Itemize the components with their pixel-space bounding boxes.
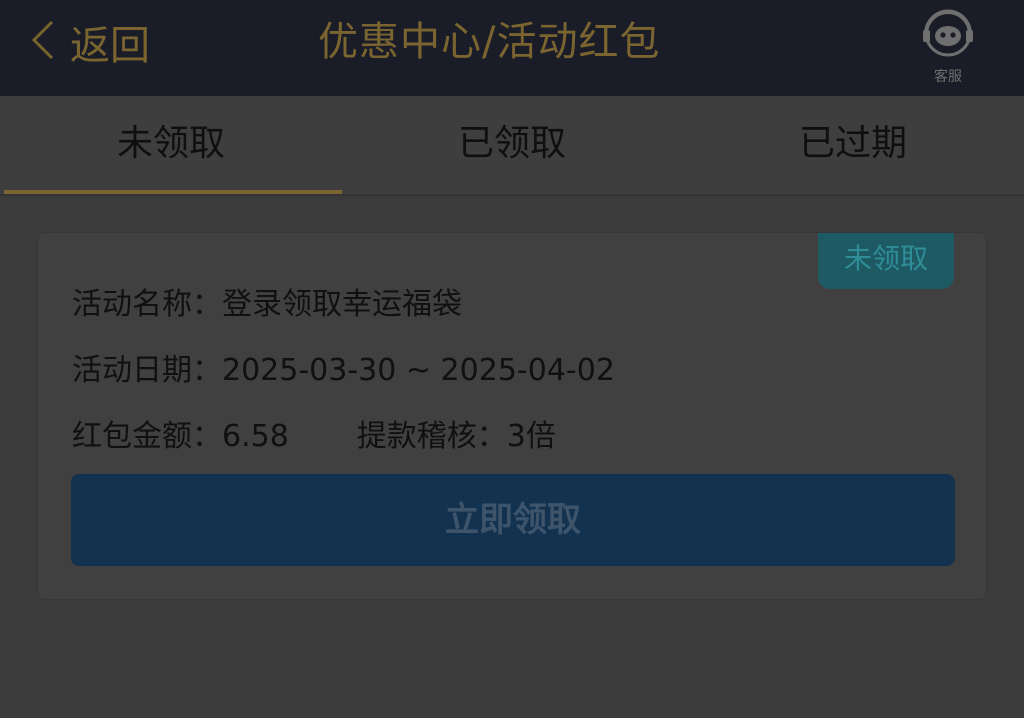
red-packet-card: 未领取 活动名称：登录领取幸运福袋 活动日期：2025-03-30 ~ 2025… [37, 232, 987, 600]
top-nav-bar: 返回 优惠中心/活动红包 客服 [0, 0, 1024, 96]
audit-value: 3倍 [506, 419, 556, 454]
tab-claimed[interactable]: 已领取 [342, 96, 682, 194]
activity-date-label: 活动日期： [72, 353, 222, 388]
active-tab-indicator [4, 190, 342, 194]
activity-name-row: 活动名称：登录领取幸运福袋 [72, 283, 462, 327]
customer-service-label: 客服 [934, 69, 962, 85]
activity-date-value: 2025-03-30 ~ 2025-04-02 [222, 353, 615, 388]
amount-label: 红包金额： [72, 419, 222, 454]
amount-row: 红包金额：6.58 提款稽核：3倍 [72, 415, 556, 459]
headset-robot-icon [921, 6, 975, 66]
back-label: 返回 [70, 23, 150, 69]
tab-unclaimed[interactable]: 未领取 [0, 96, 342, 194]
page-title: 优惠中心/活动红包 [318, 19, 661, 65]
audit-label: 提款稽核： [356, 419, 507, 454]
customer-service-button[interactable]: 客服 [918, 6, 978, 94]
tab-expired[interactable]: 已过期 [682, 96, 1024, 194]
claim-now-button[interactable]: 立即领取 [71, 474, 955, 566]
chevron-left-icon [30, 18, 56, 66]
activity-name-value: 登录领取幸运福袋 [222, 287, 462, 322]
activity-name-label: 活动名称： [72, 287, 222, 322]
status-badge: 未领取 [818, 233, 954, 289]
status-tabs: 未领取 已领取 已过期 [0, 96, 1024, 196]
amount-value: 6.58 [222, 419, 289, 454]
page: 返回 优惠中心/活动红包 客服 未领取 已领取 已过期 未领取 活动名称：登录领… [0, 0, 1024, 718]
back-button[interactable]: 返回 [30, 14, 150, 70]
activity-date-row: 活动日期：2025-03-30 ~ 2025-04-02 [72, 349, 615, 393]
